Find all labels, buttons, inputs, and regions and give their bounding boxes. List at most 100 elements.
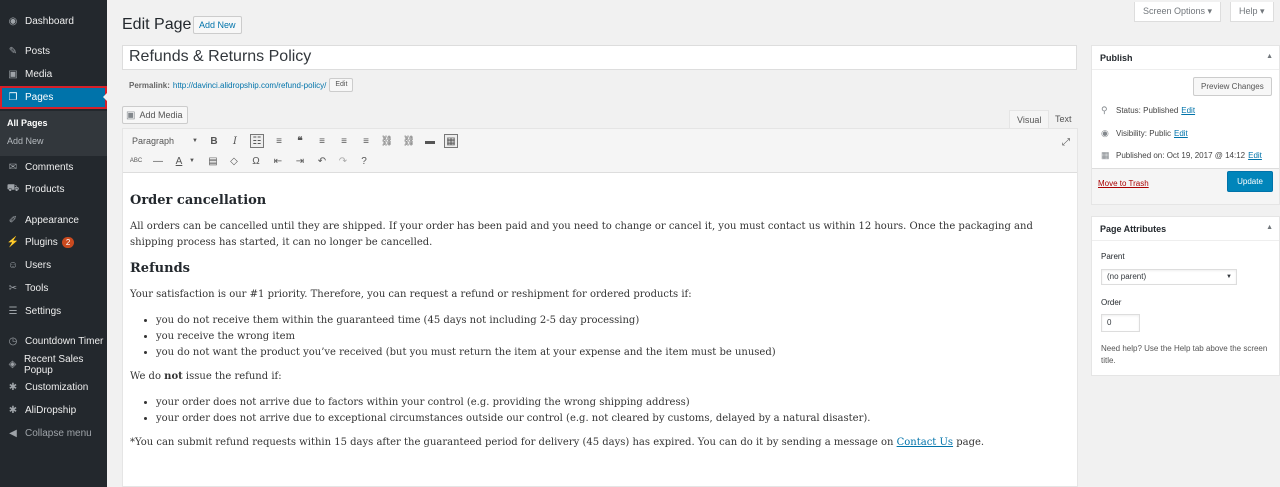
permalink-edit-button[interactable]: Edit (329, 78, 354, 92)
align-right-icon[interactable]: ≡ (359, 134, 373, 148)
numbered-list-icon[interactable]: ≡ (272, 134, 286, 148)
chevron-down-icon[interactable]: ▼ (185, 154, 199, 168)
unlink-icon[interactable]: ⛓ (402, 134, 416, 148)
chevron-up-icon[interactable]: ▲ (1266, 53, 1273, 60)
submenu-add-new[interactable]: Add New (7, 136, 44, 146)
menu-label: Users (25, 260, 52, 271)
add-media-label: Add Media (139, 110, 183, 120)
screen-options-button[interactable]: Screen Options ▾ (1134, 2, 1222, 22)
clear-formatting-icon[interactable]: ◇ (227, 154, 241, 168)
list-item: your order does not arrive due to factor… (156, 395, 1070, 411)
content-editor[interactable]: Paragraph ▼ B I ☷ ≡ ❝ ≡ ≡ ≡ ⛓ ⛓ ▬ ▦ ⤢ AB… (122, 128, 1078, 487)
text-span: page. (953, 437, 985, 448)
menu-media[interactable]: ▣ Media (0, 63, 107, 86)
format-select[interactable]: Paragraph ▼ (128, 134, 202, 148)
heading-order-cancellation: Order cancellation (130, 193, 267, 208)
read-more-icon[interactable]: ▬ (423, 134, 437, 148)
preview-changes-button[interactable]: Preview Changes (1193, 77, 1272, 96)
align-left-icon[interactable]: ≡ (315, 134, 329, 148)
menu-products[interactable]: ⛟ Products (0, 178, 107, 201)
menu-countdown-timer[interactable]: ◷ Countdown Timer (0, 330, 107, 353)
edit-date-link[interactable]: Edit (1248, 151, 1262, 160)
order-input[interactable]: 0 (1101, 314, 1140, 332)
order-label: Order (1101, 298, 1122, 307)
update-button[interactable]: Update (1227, 171, 1273, 192)
chevron-down-icon: ▼ (192, 138, 198, 144)
paragraph-satisfaction: Your satisfaction is our #1 priority. Th… (130, 289, 692, 300)
publish-box: Publish ▲ Preview Changes ⚲ Status: Publ… (1091, 45, 1280, 205)
menu-recent-sales-popup[interactable]: ◈ Recent Sales Popup (0, 353, 107, 376)
parent-select[interactable]: (no parent) ▼ (1101, 269, 1237, 285)
undo-icon[interactable]: ↶ (315, 154, 329, 168)
media-icon: ▣ (8, 69, 18, 80)
refund-conditions-list: you do not receive them within the guara… (156, 313, 1070, 361)
parent-value: (no parent) (1107, 272, 1147, 281)
menu-posts[interactable]: ✎ Posts (0, 40, 107, 63)
indent-icon[interactable]: ⇥ (293, 154, 307, 168)
post-title-input[interactable]: Refunds & Returns Policy (122, 45, 1077, 70)
special-character-icon[interactable]: Ω (249, 154, 263, 168)
menu-appearance[interactable]: ✐ Appearance (0, 209, 107, 232)
megaphone-icon: ◈ (8, 359, 17, 370)
menu-label: Customization (25, 382, 89, 393)
menu-users[interactable]: ☺ Users (0, 254, 107, 277)
parent-label: Parent (1101, 252, 1125, 261)
menu-label: Posts (25, 46, 51, 57)
menu-collapse[interactable]: ◀ Collapse menu (0, 422, 107, 445)
page-attributes-box: Page Attributes ▲ Parent (no parent) ▼ O… (1091, 216, 1280, 376)
paste-text-icon[interactable]: ▤ (206, 154, 220, 168)
fullscreen-icon[interactable]: ⤢ (1059, 135, 1073, 149)
dashboard-icon: ◉ (8, 16, 18, 27)
submenu-all-pages[interactable]: All Pages (7, 118, 48, 128)
strikethrough-icon[interactable]: ABC (129, 154, 143, 168)
paragraph-refund-requests: *You can submit refund requests within 1… (130, 435, 1070, 451)
link-icon[interactable]: ⛓ (380, 134, 394, 148)
pin-icon: ⚲ (1101, 105, 1108, 115)
menu-comments[interactable]: ✉ Comments (0, 156, 107, 179)
italic-icon[interactable]: I (228, 134, 242, 148)
chevron-up-icon[interactable]: ▲ (1266, 224, 1273, 231)
heading-refunds: Refunds (130, 261, 190, 276)
align-center-icon[interactable]: ≡ (337, 134, 351, 148)
help-icon[interactable]: ? (357, 154, 371, 168)
toolbar-toggle-icon[interactable]: ▦ (444, 134, 458, 148)
bullet-list-icon[interactable]: ☷ (250, 134, 264, 148)
menu-pages[interactable]: ❐ Pages (0, 86, 107, 109)
menu-label: Dashboard (25, 16, 74, 27)
menu-settings[interactable]: ☰ Settings (0, 300, 107, 323)
edit-status-link[interactable]: Edit (1181, 106, 1195, 115)
menu-customization[interactable]: ✱ Customization (0, 376, 107, 399)
menu-label: Plugins (25, 237, 58, 248)
add-media-button[interactable]: ▣ Add Media (122, 106, 189, 124)
blockquote-icon[interactable]: ❝ (293, 134, 307, 148)
menu-dashboard[interactable]: ◉ Dashboard (0, 10, 107, 33)
add-new-button[interactable]: Add New (193, 16, 242, 34)
menu-alidropship[interactable]: ✱ AliDropship (0, 399, 107, 422)
tab-text[interactable]: Text (1048, 110, 1079, 128)
visibility-text: Visibility: Public (1116, 129, 1171, 138)
horizontal-line-icon[interactable]: — (151, 154, 165, 168)
edit-visibility-link[interactable]: Edit (1174, 129, 1188, 138)
text-span: *You can submit refund requests within 1… (130, 437, 897, 448)
move-to-trash-link[interactable]: Move to Trash (1098, 179, 1149, 188)
text-color-icon[interactable]: A (172, 154, 186, 168)
gear-icon: ✱ (8, 405, 18, 416)
menu-plugins[interactable]: ⚡ Plugins 2 (0, 231, 107, 254)
bold-text: not (164, 371, 183, 382)
menu-tools[interactable]: ✂ Tools (0, 277, 107, 300)
tab-visual[interactable]: Visual (1009, 110, 1050, 128)
menu-label: Countdown Timer (25, 336, 104, 347)
bold-icon[interactable]: B (207, 134, 221, 148)
permalink: Permalink: http://davinci.alidropship.co… (129, 78, 354, 92)
gear-icon: ✱ (8, 382, 18, 393)
update-count-badge: 2 (61, 237, 75, 248)
redo-icon[interactable]: ↷ (336, 154, 350, 168)
editor-content[interactable]: Order cancellation All orders can be can… (130, 193, 1070, 461)
help-button[interactable]: Help ▾ (1230, 2, 1274, 22)
permalink-link[interactable]: http://davinci.alidropship.com/refund-po… (173, 81, 326, 90)
list-item: you receive the wrong item (156, 329, 1070, 345)
list-item: your order does not arrive due to except… (156, 411, 1070, 427)
page-title: Edit Page (122, 16, 192, 33)
outdent-icon[interactable]: ⇤ (271, 154, 285, 168)
contact-us-link[interactable]: Contact Us (897, 437, 953, 448)
